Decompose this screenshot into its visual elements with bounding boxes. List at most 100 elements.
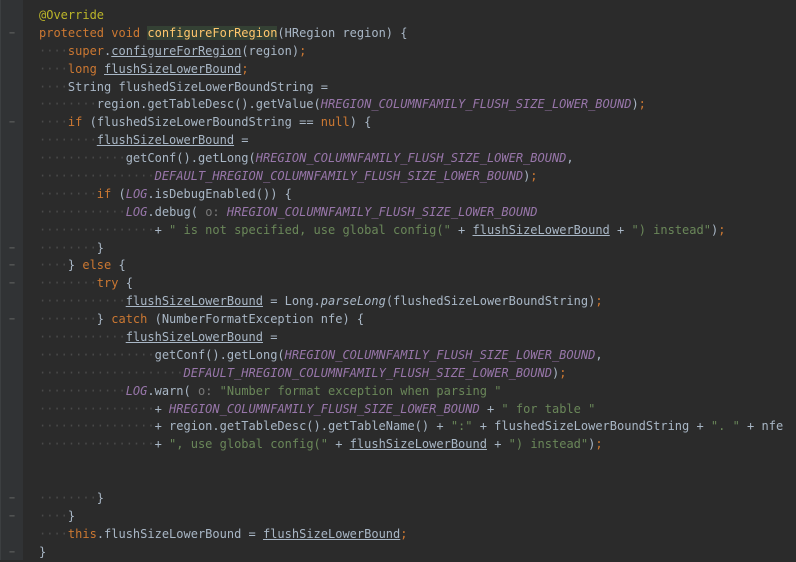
code-token: DEFAULT_HREGION_COLUMNFAMILY_FLUSH_SIZE_… [154, 169, 524, 184]
code-line[interactable]: − ········try { [1, 275, 796, 293]
fold-marker-icon[interactable]: − [6, 311, 18, 329]
code-line[interactable]: ····String flushedSizeLowerBoundString = [1, 79, 796, 97]
code-token: ; [559, 365, 567, 380]
code-token: (region) [241, 43, 300, 58]
code-token: HREGION_COLUMNFAMILY_FLUSH_SIZE_LOWER_BO… [226, 204, 538, 219]
code-token: = [234, 133, 249, 148]
fold-marker-icon[interactable]: − [6, 490, 18, 508]
code-token: getConf().getLong( [154, 347, 285, 362]
code-text: ········if (LOG.isDebugEnabled()) { [39, 186, 292, 204]
indent-guide: ············ [39, 204, 126, 219]
indent-guide: ···· [39, 79, 68, 94]
code-token: (flushedSizeLowerBoundString) [385, 294, 596, 309]
code-token: ") instead" [631, 222, 711, 237]
code-token: (HRegion region) { [277, 25, 408, 40]
code-line[interactable]: ····super.configureForRegion(region); [1, 43, 796, 61]
code-line[interactable]: ················+ " is not specified, us… [1, 222, 796, 240]
code-text: ················DEFAULT_HREGION_COLUMNFA… [39, 168, 538, 186]
code-line[interactable]: −} [1, 544, 796, 562]
fold-marker-icon[interactable]: − [6, 508, 18, 526]
code-line[interactable]: ············flushSizeLowerBound = [1, 329, 796, 347]
code-line[interactable]: ····this.flushSizeLowerBound = flushSize… [1, 526, 796, 544]
code-text: ············flushSizeLowerBound = Long.p… [39, 293, 603, 311]
indent-guide: ················ [39, 437, 155, 452]
code-token: } [96, 312, 112, 327]
fold-marker-icon[interactable]: − [6, 114, 18, 132]
parameter-hint: o: [205, 204, 227, 219]
code-token: ; [595, 294, 603, 309]
code-line[interactable]: ················ + ", use global config("… [1, 436, 796, 454]
code-text: ····long flushSizeLowerBound; [39, 61, 249, 79]
code-line[interactable]: − ····if (flushedSizeLowerBoundString == … [1, 114, 796, 132]
code-token: ( [118, 186, 126, 201]
code-line[interactable] [1, 454, 796, 472]
code-text: ················+ region.getTableDesc().… [39, 418, 783, 436]
code-token: HREGION_COLUMNFAMILY_FLUSH_SIZE_LOWER_BO… [284, 347, 596, 362]
code-token: super [67, 43, 105, 58]
code-text: ················ + ", use global config("… [39, 436, 603, 454]
code-token: this [67, 526, 97, 541]
code-token: configureForRegion [111, 43, 242, 58]
code-token: "Number format exception when parsing " [219, 383, 502, 398]
code-line[interactable]: − ····} else { [1, 257, 796, 275]
indent-guide: ············ [39, 151, 126, 166]
code-line[interactable]: ············getConf().getLong(HREGION_CO… [1, 150, 796, 168]
code-line[interactable]: ············LOG.debug( o: HREGION_COLUMN… [1, 204, 796, 222]
code-token: ", use global config(" [169, 437, 328, 452]
code-line[interactable]: ····long flushSizeLowerBound; [1, 61, 796, 79]
indent-guide: ············ [39, 330, 126, 345]
code-token: region.getTableDesc().getValue( [96, 97, 321, 112]
code-text: ····super.configureForRegion(region); [39, 43, 306, 61]
code-token: ; [595, 437, 603, 452]
code-line[interactable]: − ········} [1, 240, 796, 258]
code-line[interactable]: @Override [1, 7, 796, 25]
code-line[interactable] [1, 472, 796, 490]
code-token: } [96, 491, 105, 506]
code-token: LOG [125, 186, 148, 201]
code-line[interactable]: ············LOG.warn( o: "Number format … [1, 383, 796, 401]
code-token: + [328, 437, 350, 452]
indent-guide: ···················· [39, 365, 184, 380]
code-token: if [67, 115, 90, 130]
code-token: = [262, 330, 278, 345]
code-line[interactable]: ············flushSizeLowerBound = Long.p… [1, 293, 796, 311]
code-text: protected void configureForRegion(HRegio… [39, 25, 407, 43]
fold-marker-icon[interactable]: − [6, 257, 18, 275]
fold-marker-icon[interactable]: − [6, 240, 18, 258]
fold-marker-icon[interactable]: − [6, 275, 18, 293]
indent-guide: ················ [39, 419, 155, 434]
code-token: ; [299, 43, 307, 58]
code-area[interactable]: @Override − protected void configureForReg… [1, 7, 796, 562]
indent-guide: ············ [39, 383, 126, 398]
code-token: @Override [39, 8, 105, 22]
code-token: (NumberFormatException nfe) { [154, 312, 365, 327]
code-token: flushSizeLowerBound [472, 222, 610, 237]
code-token: (flushedSizeLowerBoundString == [89, 115, 321, 130]
code-token: protected void [39, 25, 148, 40]
fold-marker-icon[interactable]: − [6, 544, 18, 562]
code-line[interactable]: − ········} catch (NumberFormatException … [1, 311, 796, 329]
code-text: ····} else { [39, 257, 126, 275]
indent-guide: ················ [39, 222, 155, 237]
code-line[interactable]: ········if (LOG.isDebugEnabled()) { [1, 186, 796, 204]
code-token: parseLong [320, 294, 386, 309]
code-line[interactable]: − protected void configureForRegion(HRegi… [1, 25, 796, 43]
code-token: LOG [125, 204, 148, 219]
indent-guide: ················ [39, 401, 155, 416]
indent-guide: ········ [39, 97, 97, 112]
code-line[interactable]: ········region.getTableDesc().getValue(H… [1, 96, 796, 114]
indent-guide: ···· [39, 115, 68, 130]
indent-guide: ········ [39, 276, 97, 291]
code-line[interactable]: ········flushSizeLowerBound = [1, 132, 796, 150]
code-line[interactable]: ················+ HREGION_COLUMNFAMILY_F… [1, 401, 796, 419]
fold-marker-icon[interactable]: − [6, 25, 18, 43]
indent-guide: ···· [39, 526, 68, 541]
code-line[interactable]: − ····} [1, 508, 796, 526]
code-line[interactable]: ················getConf().getLong(HREGIO… [1, 347, 796, 365]
code-line[interactable]: ················DEFAULT_HREGION_COLUMNFA… [1, 168, 796, 186]
code-line[interactable]: ················+ region.getTableDesc().… [1, 418, 796, 436]
code-editor[interactable]: @Override − protected void configureForReg… [0, 0, 796, 560]
code-token: } [96, 240, 105, 255]
code-line[interactable]: − ········} [1, 490, 796, 508]
code-line[interactable]: ····················DEFAULT_HREGION_COLU… [1, 365, 796, 383]
